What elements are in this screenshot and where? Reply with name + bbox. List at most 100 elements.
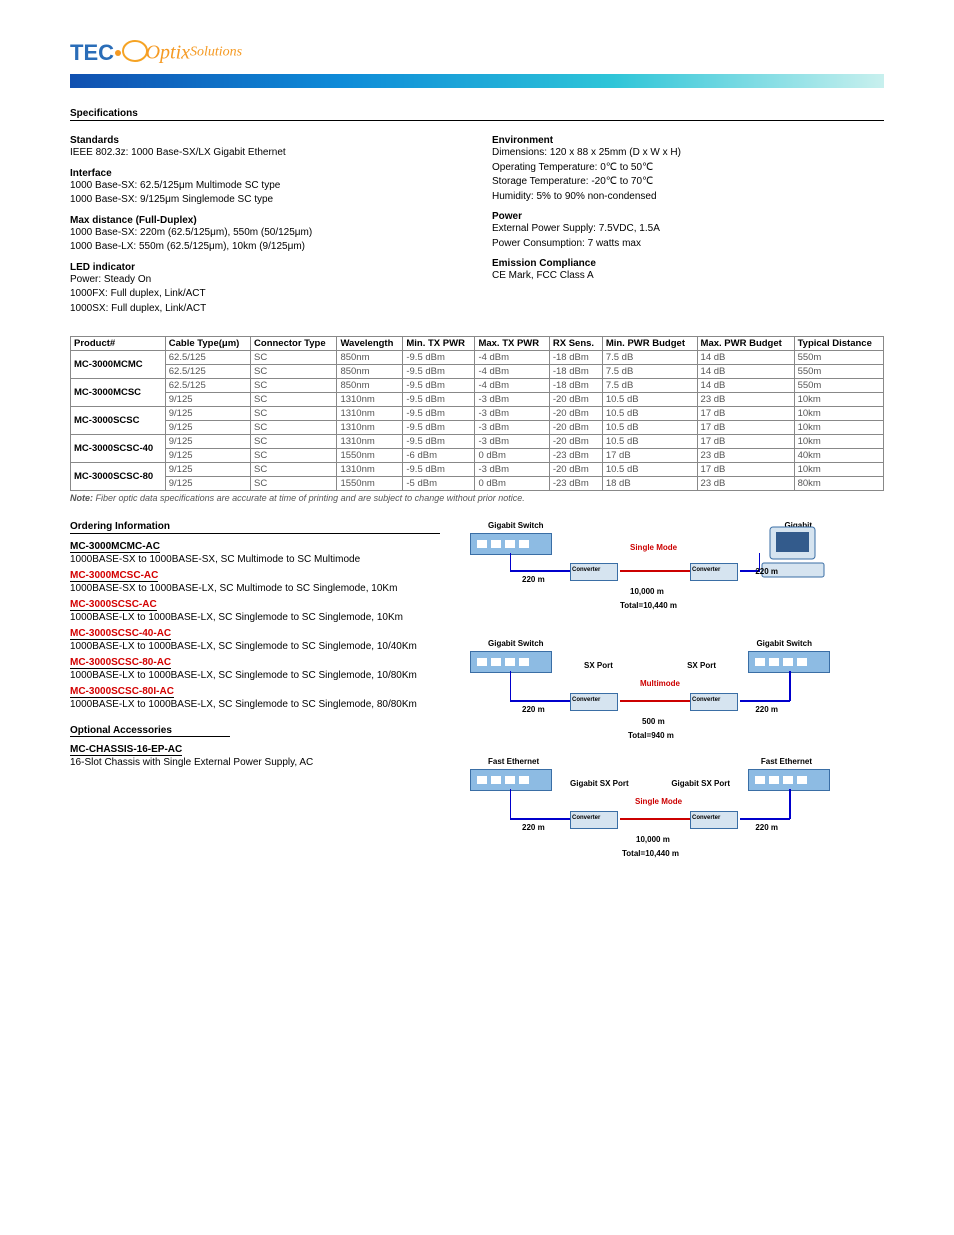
- part-desc: 1000BASE-SX to 1000BASE-SX, SC Multimode…: [70, 553, 440, 566]
- table-cell: -6 dBm: [403, 449, 475, 463]
- table-cell: -23 dBm: [549, 477, 602, 491]
- diag2-d2: 220 m: [755, 705, 778, 714]
- diag2-pR: SX Port: [687, 661, 716, 670]
- table-cell: SC: [251, 463, 337, 477]
- table-cell: SC: [251, 435, 337, 449]
- part-number: MC-3000MCMC-AC: [70, 541, 160, 553]
- table-cell: 23 dB: [697, 449, 794, 463]
- table-header: Connector Type: [251, 337, 337, 351]
- ordering-item: MC-3000MCMC-AC1000BASE-SX to 1000BASE-SX…: [70, 540, 440, 566]
- specs-heading: Specifications: [70, 108, 884, 121]
- table-header: Min. TX PWR: [403, 337, 475, 351]
- table-cell: -3 dBm: [475, 435, 549, 449]
- table-cell: 10.5 dB: [602, 407, 697, 421]
- table-cell: -9.5 dBm: [403, 351, 475, 365]
- table-header: Typical Distance: [794, 337, 883, 351]
- table-cell: 23 dB: [697, 477, 794, 491]
- table-cell: 7.5 dB: [602, 365, 697, 379]
- e-v1: 0℃ to 50℃: [600, 162, 653, 173]
- fiber-spec-table: Product#Cable Type(μm)Connector TypeWave…: [70, 336, 884, 491]
- l-k2: 1000SX:: [70, 303, 108, 314]
- table-cell: -4 dBm: [475, 379, 549, 393]
- led-heading: LED indicator: [70, 262, 462, 273]
- table-cell: 7.5 dB: [602, 351, 697, 365]
- table-cell: SC: [251, 379, 337, 393]
- part-number: MC-CHASSIS-16-EP-AC: [70, 744, 182, 756]
- table-row: MC-3000MCMC62.5/125SC850nm-9.5 dBm-4 dBm…: [71, 351, 884, 365]
- table-cell: -9.5 dBm: [403, 421, 475, 435]
- env-heading: Environment: [492, 135, 884, 146]
- table-cell: -18 dBm: [549, 365, 602, 379]
- diag3-pL: Gigabit SX Port: [570, 779, 629, 788]
- ordering-item: MC-3000SCSC-80-AC1000BASE-LX to 1000BASE…: [70, 656, 440, 682]
- table-cell: -4 dBm: [475, 365, 549, 379]
- p-v1: 7 watts max: [588, 238, 641, 249]
- table-cell: SC: [251, 393, 337, 407]
- product-cell: MC-3000SCSC-40: [71, 435, 166, 463]
- part-number: MC-3000SCSC-AC: [70, 599, 157, 611]
- table-cell: 10km: [794, 407, 883, 421]
- table-cell: 850nm: [337, 351, 403, 365]
- std-k: IEEE 802.3z:: [70, 147, 128, 158]
- table-cell: 550m: [794, 365, 883, 379]
- e-k3: Humidity:: [492, 191, 534, 202]
- table-cell: 14 dB: [697, 365, 794, 379]
- table-cell: 10km: [794, 421, 883, 435]
- table-cell: -3 dBm: [475, 393, 549, 407]
- table-cell: -18 dBm: [549, 379, 602, 393]
- table-row: 62.5/125SC850nm-9.5 dBm-4 dBm-18 dBm7.5 …: [71, 365, 884, 379]
- table-cell: 7.5 dB: [602, 379, 697, 393]
- d-v0: 220m (62.5/125μm), 550m (50/125μm): [140, 227, 312, 238]
- dist-heading: Max distance (Full-Duplex): [70, 215, 462, 226]
- part-desc: 1000BASE-LX to 1000BASE-LX, SC Singlemod…: [70, 698, 440, 711]
- table-note: Note: Fiber optic data specifications ar…: [70, 493, 884, 503]
- std-v: 1000 Base-SX/LX Gigabit Ethernet: [131, 147, 286, 158]
- table-cell: 9/125: [165, 421, 250, 435]
- part-number: MC-3000SCSC-80I-AC: [70, 686, 174, 698]
- network-diagram: Gigabit Switch Gigabit Single Mode Conve…: [460, 521, 840, 871]
- table-cell: -9.5 dBm: [403, 407, 475, 421]
- diag3-tR: Fast Ethernet: [761, 757, 812, 766]
- e-k0: Dimensions:: [492, 147, 547, 158]
- accessory-item: MC-CHASSIS-16-EP-AC16-Slot Chassis with …: [70, 743, 440, 769]
- table-header: Cable Type(μm): [165, 337, 250, 351]
- diag3-mid: 10,000 m: [636, 835, 670, 844]
- table-cell: 9/125: [165, 435, 250, 449]
- table-cell: SC: [251, 421, 337, 435]
- e-v3: 5% to 90% non-condensed: [536, 191, 656, 202]
- table-cell: 9/125: [165, 477, 250, 491]
- interface-heading: Interface: [70, 168, 462, 179]
- diag1-mode: Single Mode: [630, 543, 677, 552]
- table-row: 9/125SC1550nm-5 dBm0 dBm-23 dBm18 dB23 d…: [71, 477, 884, 491]
- table-cell: -3 dBm: [475, 463, 549, 477]
- table-header: RX Sens.: [549, 337, 602, 351]
- power-heading: Power: [492, 211, 884, 222]
- l-v1: Full duplex, Link/ACT: [111, 288, 206, 299]
- switch-icon: [748, 769, 830, 791]
- logo-solutions: Solutions: [190, 45, 242, 60]
- logo-tec: TEC: [70, 40, 114, 65]
- if-v1: 9/125μm Singlemode SC type: [140, 194, 273, 205]
- l-k1: 1000FX:: [70, 288, 108, 299]
- table-cell: -18 dBm: [549, 351, 602, 365]
- diag1-title: Gigabit Switch: [488, 521, 544, 530]
- table-cell: 17 dB: [697, 435, 794, 449]
- right-spec-col: Environment Dimensions: 120 x 88 x 25mm …: [492, 127, 884, 316]
- logo-optix: Optix: [146, 42, 190, 64]
- p-k0: External Power Supply:: [492, 223, 596, 234]
- diag3-tL: Fast Ethernet: [488, 757, 539, 766]
- ordering-list: MC-3000MCMC-AC1000BASE-SX to 1000BASE-SX…: [70, 540, 440, 711]
- part-number: MC-3000SCSC-80-AC: [70, 657, 171, 669]
- e-v2: -20℃ to 70℃: [591, 176, 653, 187]
- table-cell: 1310nm: [337, 421, 403, 435]
- table-cell: 17 dB: [697, 421, 794, 435]
- table-cell: 62.5/125: [165, 379, 250, 393]
- part-desc: 16-Slot Chassis with Single External Pow…: [70, 756, 440, 769]
- diag2-pL: SX Port: [584, 661, 613, 670]
- table-cell: -20 dBm: [549, 421, 602, 435]
- table-row: MC-3000SCSC-409/125SC1310nm-9.5 dBm-3 dB…: [71, 435, 884, 449]
- diag3-total: Total=10,440 m: [622, 849, 679, 858]
- if-v0: 62.5/125μm Multimode SC type: [140, 180, 280, 191]
- diag2-d1: 220 m: [522, 705, 545, 714]
- switch-icon: [470, 769, 552, 791]
